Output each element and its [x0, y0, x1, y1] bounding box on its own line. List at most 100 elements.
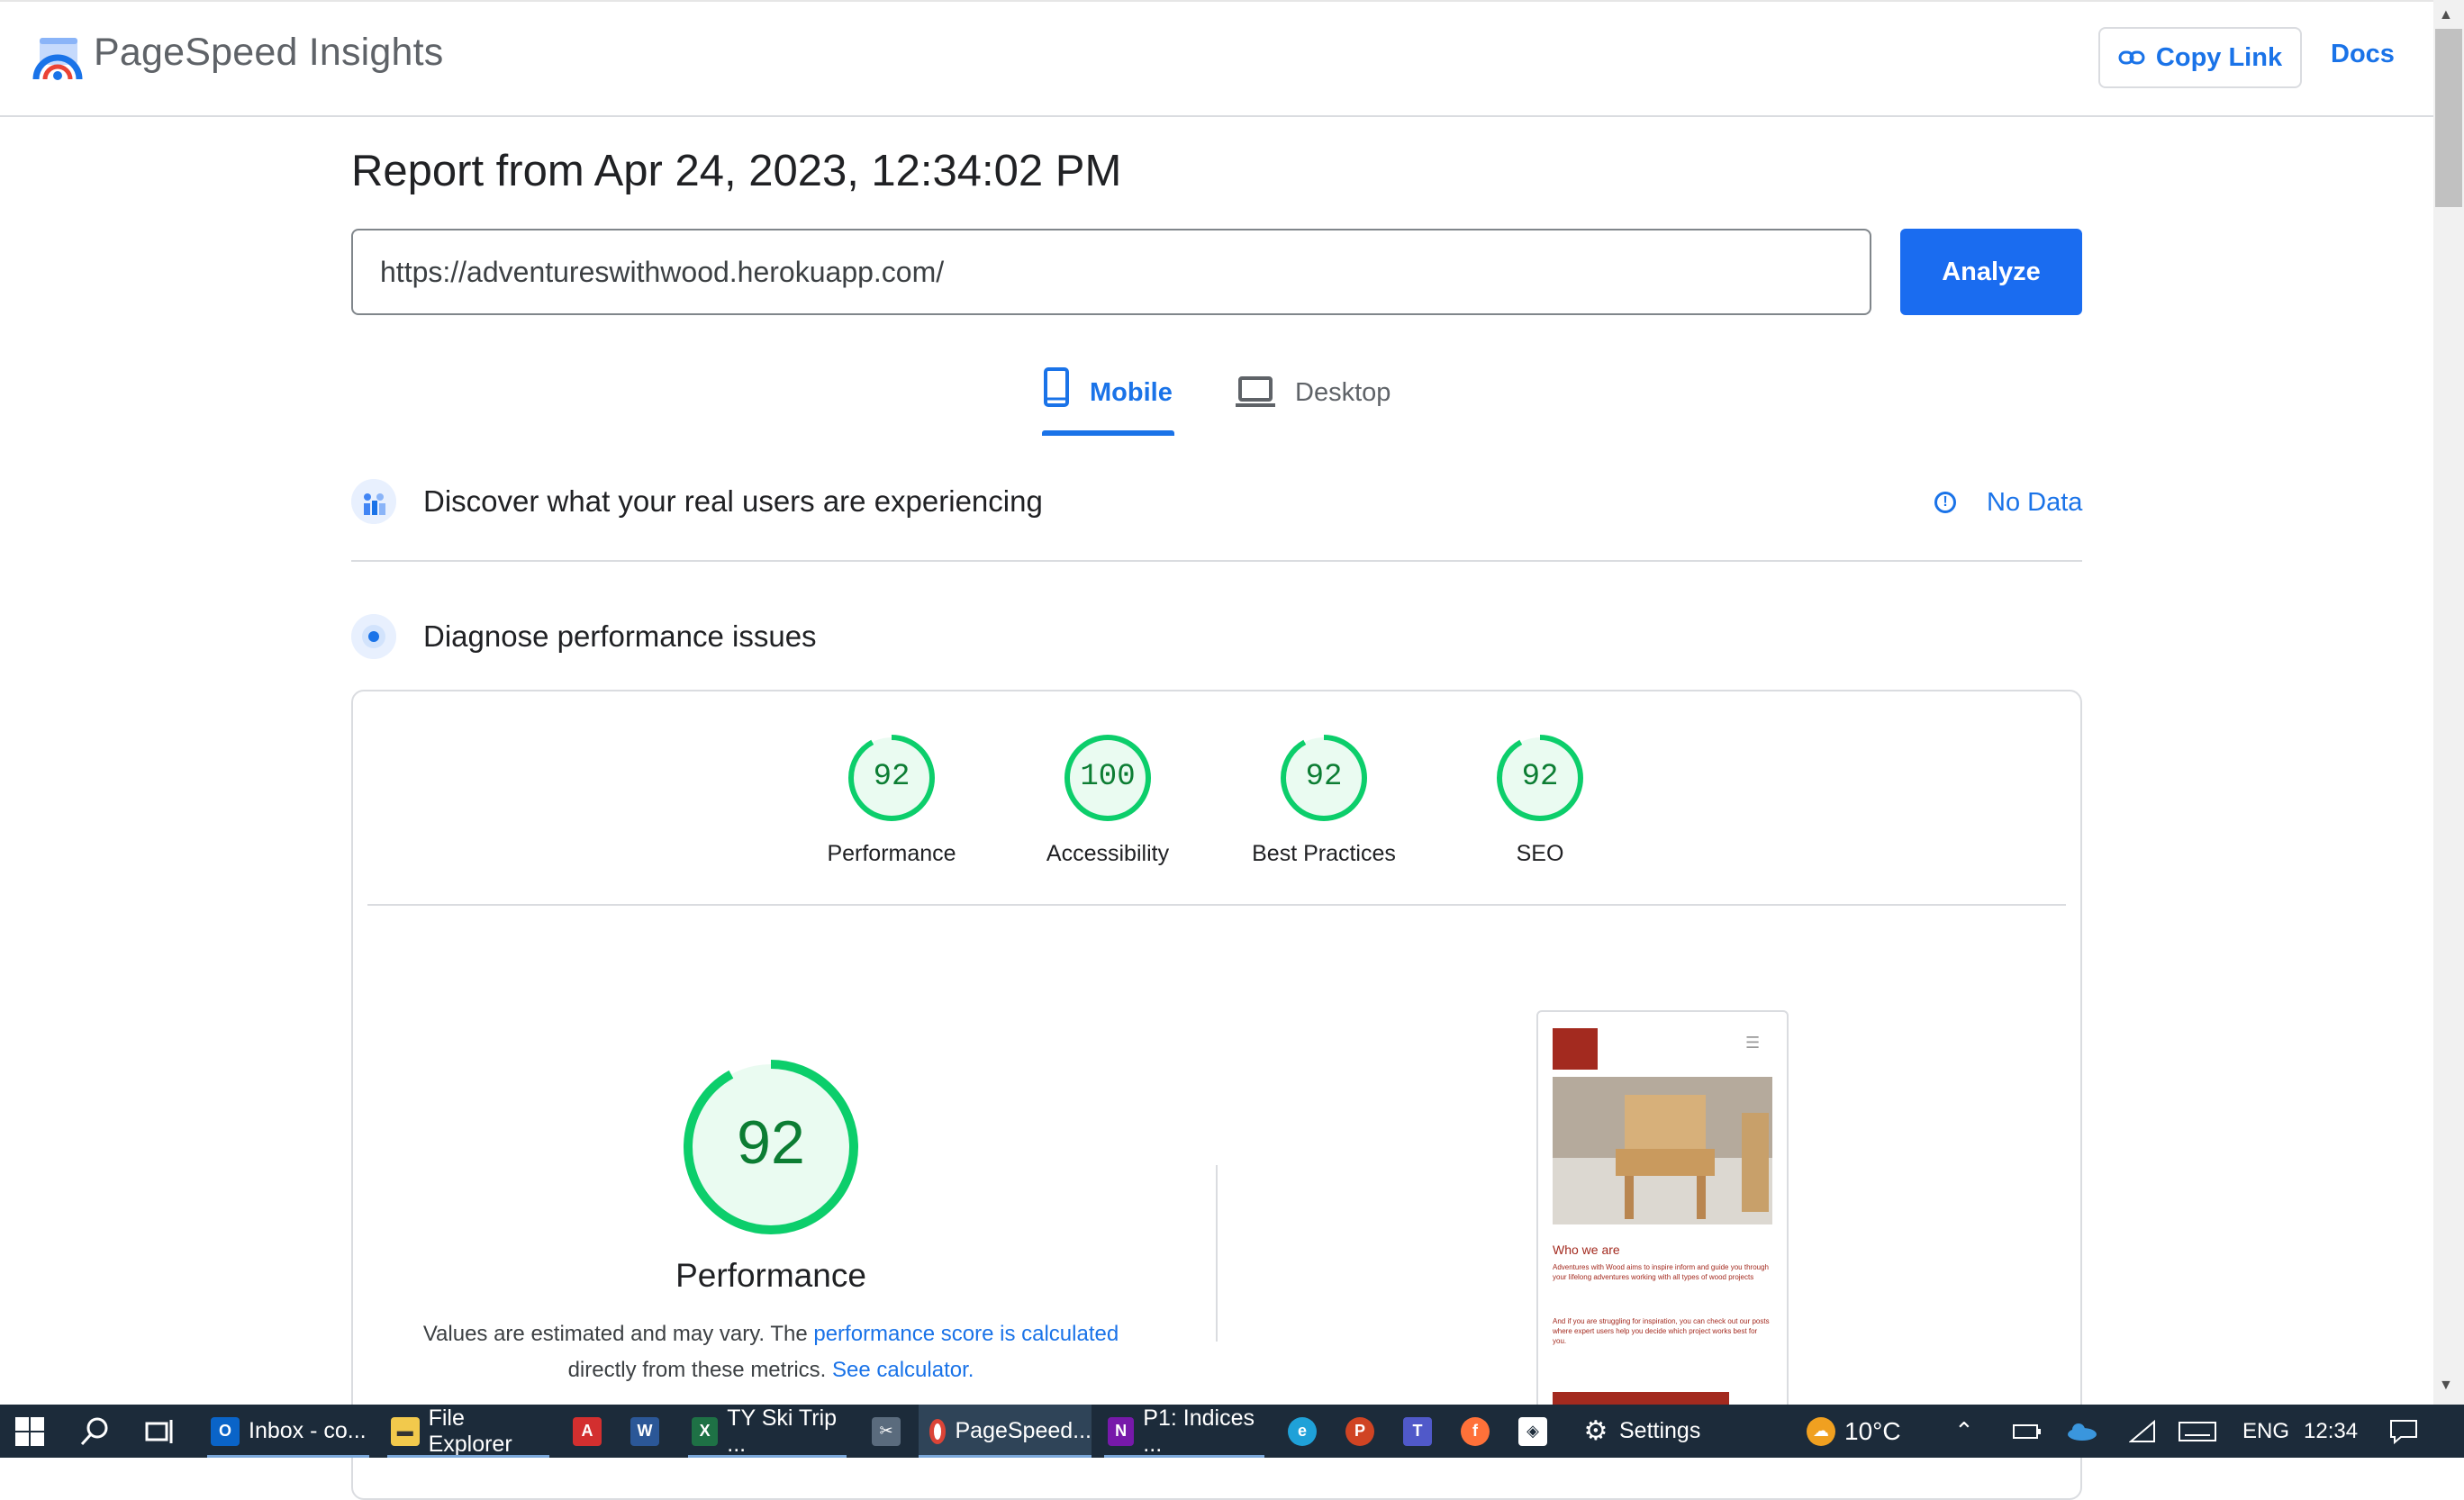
gauge-score: 92 [873, 760, 910, 794]
info-icon[interactable]: ! [1934, 492, 1956, 513]
thumbnail-heading: Who we are [1553, 1242, 1620, 1257]
show-hidden-icons-button[interactable]: ⌃ [1954, 1405, 1974, 1458]
smartphone-icon [1044, 367, 1069, 407]
taskbar-item-chrome[interactable]: PageSpeed... [919, 1405, 1092, 1458]
weather-temperature: 10°C [1844, 1416, 1901, 1445]
firefox-icon: f [1461, 1416, 1490, 1446]
scrollbar-thumb[interactable] [2435, 29, 2462, 207]
snipping-icon: ✂ [872, 1416, 901, 1446]
gauge-score: 100 [1080, 760, 1136, 794]
performance-big-label: Performance [675, 1257, 866, 1294]
teams-icon: T [1403, 1416, 1432, 1446]
copy-link-label: Copy Link [2155, 42, 2283, 72]
battery-indicator[interactable] [2012, 1405, 2043, 1458]
vertical-scrollbar[interactable] [2433, 0, 2464, 1405]
gear-icon: ⚙ [1583, 1416, 1608, 1446]
taskbar-item-firefox[interactable]: f [1461, 1405, 1490, 1458]
taskbar-item-label: Inbox - co... [249, 1418, 367, 1443]
gauge-score: 92 [1305, 760, 1343, 794]
keyboard-icon [2179, 1421, 2216, 1441]
score-gauge-accessibility[interactable]: 100 Accessibility [1046, 733, 1169, 877]
taskbar-item-word[interactable]: W [630, 1405, 659, 1458]
note-text-1: Values are estimated and may vary. The [422, 1322, 814, 1346]
taskbar-item-app[interactable]: ◈ [1518, 1405, 1547, 1458]
laptop-icon [1236, 376, 1275, 407]
tab-mobile[interactable]: Mobile [1043, 367, 1173, 439]
notification-icon [2390, 1419, 2417, 1444]
divider [367, 904, 2066, 906]
gauge-label: SEO [1516, 841, 1564, 866]
battery-icon [2013, 1423, 2041, 1439]
taskbar-item-label: P1: Indices ... [1143, 1405, 1255, 1457]
scroll-down-arrow-icon[interactable]: ▼ [2439, 1378, 2453, 1394]
active-tab-indicator [1042, 430, 1174, 436]
word-icon: W [630, 1416, 659, 1446]
notification-center-button[interactable] [2388, 1405, 2419, 1458]
task-view-button[interactable] [144, 1405, 175, 1458]
gauge-label: Best Practices [1252, 841, 1396, 866]
taskbar-item-file-explorer[interactable]: ▬ File Explorer [387, 1405, 553, 1458]
app-title[interactable]: PageSpeed Insights [94, 31, 444, 75]
tab-mobile-label: Mobile [1090, 378, 1173, 407]
weather-widget[interactable]: ☁ 10°C [1807, 1405, 1901, 1458]
taskbar-item-edge[interactable]: e [1288, 1405, 1317, 1458]
keyboard-indicator[interactable] [2178, 1405, 2217, 1458]
final-screenshot-thumbnail[interactable]: ☰ Who we are Adventures with Wood aims t… [1536, 1010, 1789, 1424]
gauge-label: Accessibility [1046, 841, 1170, 866]
analyze-button[interactable]: Analyze [1900, 229, 2082, 315]
score-gauge-best-practices[interactable]: 92 Best Practices [1252, 733, 1396, 877]
outlook-icon: O [211, 1416, 240, 1446]
onedrive-indicator[interactable] [2066, 1405, 2098, 1458]
score-gauge-seo[interactable]: 92 SEO [1495, 733, 1585, 877]
onenote-icon: N [1108, 1416, 1135, 1446]
pagespeed-logo-icon [32, 38, 83, 80]
see-calculator-link[interactable]: See calculator. [832, 1358, 974, 1382]
docs-link[interactable]: Docs [2331, 40, 2395, 69]
vertical-divider [1216, 1165, 1218, 1342]
thumbnail-paragraph: And if you are struggling for inspiratio… [1553, 1317, 1770, 1345]
hamburger-menu-icon: ☰ [1745, 1034, 1761, 1052]
diagnose-icon [351, 614, 396, 659]
app-icon: ◈ [1518, 1416, 1547, 1446]
taskbar-item-onenote[interactable]: N P1: Indices ... [1104, 1405, 1268, 1458]
taskbar-item-acrobat[interactable]: A [573, 1405, 602, 1458]
site-logo-image [1553, 1028, 1598, 1070]
clock[interactable]: 12:34 [2304, 1405, 2358, 1458]
search-button[interactable] [79, 1405, 110, 1458]
tab-desktop-label: Desktop [1295, 378, 1391, 407]
taskbar-item-excel[interactable]: X TY Ski Trip ... [688, 1405, 850, 1458]
taskbar-item-outlook[interactable]: O Inbox - co... [207, 1405, 373, 1458]
taskbar-item-settings[interactable]: ⚙ Settings [1581, 1405, 1701, 1458]
thumbnail-paragraph: Adventures with Wood aims to inspire inf… [1553, 1263, 1769, 1281]
report-title: Report from Apr 24, 2023, 12:34:02 PM [351, 147, 1122, 195]
chrome-icon [929, 1418, 947, 1444]
task-view-icon [145, 1419, 173, 1443]
windows-logo-icon [15, 1416, 44, 1446]
taskbar-item-label: File Explorer [428, 1405, 512, 1457]
tab-desktop[interactable]: Desktop [1236, 367, 1391, 411]
scroll-up-arrow-icon[interactable]: ▲ [2439, 7, 2453, 23]
no-data-label[interactable]: No Data [1987, 488, 2082, 518]
taskbar-item-label: TY Ski Trip ... [727, 1405, 838, 1457]
performance-big-score: 92 [737, 1108, 805, 1177]
copy-link-button[interactable]: Copy Link [2098, 27, 2302, 88]
gauge-score: 92 [1521, 760, 1559, 794]
powerpoint-icon: P [1345, 1416, 1374, 1446]
taskbar-item-powerpoint[interactable]: P [1345, 1405, 1374, 1458]
onedrive-cloud-icon [2068, 1423, 2097, 1441]
edge-icon: e [1288, 1416, 1317, 1446]
taskbar-item-teams[interactable]: T [1403, 1405, 1432, 1458]
language-indicator[interactable]: ENG [2242, 1405, 2289, 1458]
score-note: Values are estimated and may vary. The p… [411, 1316, 1131, 1388]
taskbar-item-snipping[interactable]: ✂ [872, 1405, 901, 1458]
score-gauge-performance[interactable]: 92 Performance [827, 733, 956, 877]
url-input[interactable] [351, 229, 1871, 315]
gauge-label: Performance [827, 841, 956, 866]
bench-photo [1553, 1077, 1772, 1224]
wifi-icon [2129, 1419, 2155, 1442]
diagnose-title: Diagnose performance issues [423, 619, 817, 653]
network-indicator[interactable] [2129, 1405, 2156, 1458]
start-button[interactable] [14, 1405, 45, 1458]
excel-icon: X [692, 1416, 719, 1446]
performance-score-link[interactable]: performance score is calculated [813, 1322, 1119, 1346]
